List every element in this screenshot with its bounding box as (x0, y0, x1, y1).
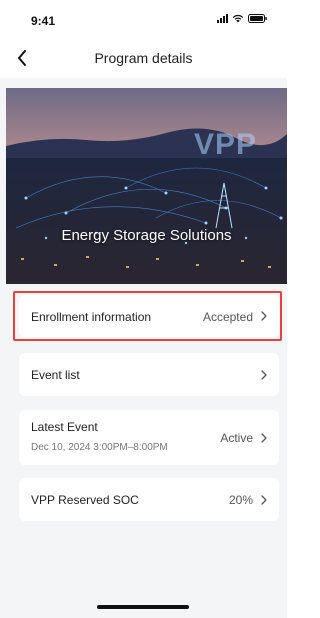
latest-event-status: Active (220, 431, 253, 445)
navigation-bar: Program details (0, 38, 287, 78)
event-list-row[interactable]: Event list (19, 353, 279, 396)
enrollment-information-row[interactable]: Enrollment information Accepted (19, 295, 279, 337)
banner-title: Energy Storage Solutions (61, 227, 232, 244)
latest-event-label: Latest Event (31, 420, 98, 434)
phone-screen: 9:41 Program details VPP Energy Storage … (0, 0, 287, 618)
chevron-right-icon (261, 311, 267, 321)
status-bar: 9:41 (0, 0, 287, 38)
status-icons (217, 14, 267, 23)
latest-event-row[interactable]: Latest Event Dec 10, 2024 3:00PM–8:00PM … (19, 410, 279, 465)
chevron-right-icon (261, 433, 267, 443)
vpp-watermark: VPP (193, 128, 257, 161)
reserved-soc-label: VPP Reserved SOC (31, 493, 139, 507)
page-title: Program details (94, 50, 193, 66)
vpp-reserved-soc-row[interactable]: VPP Reserved SOC 20% (19, 478, 279, 521)
banner-image (6, 88, 287, 284)
latest-event-time: Dec 10, 2024 3:00PM–8:00PM (31, 442, 168, 453)
status-time: 9:41 (31, 14, 56, 28)
reserved-soc-value: 20% (228, 493, 253, 507)
event-list-label: Event list (31, 368, 80, 382)
enrollment-label: Enrollment information (31, 310, 152, 324)
chevron-right-icon (261, 370, 267, 380)
battery-icon (248, 14, 267, 23)
program-banner: VPP Energy Storage Solutions (6, 88, 287, 284)
chevron-right-icon (261, 495, 267, 505)
wifi-icon (232, 14, 244, 23)
cellular-signal-icon (217, 14, 228, 23)
enrollment-status: Accepted (202, 310, 253, 324)
home-indicator[interactable] (97, 605, 189, 609)
